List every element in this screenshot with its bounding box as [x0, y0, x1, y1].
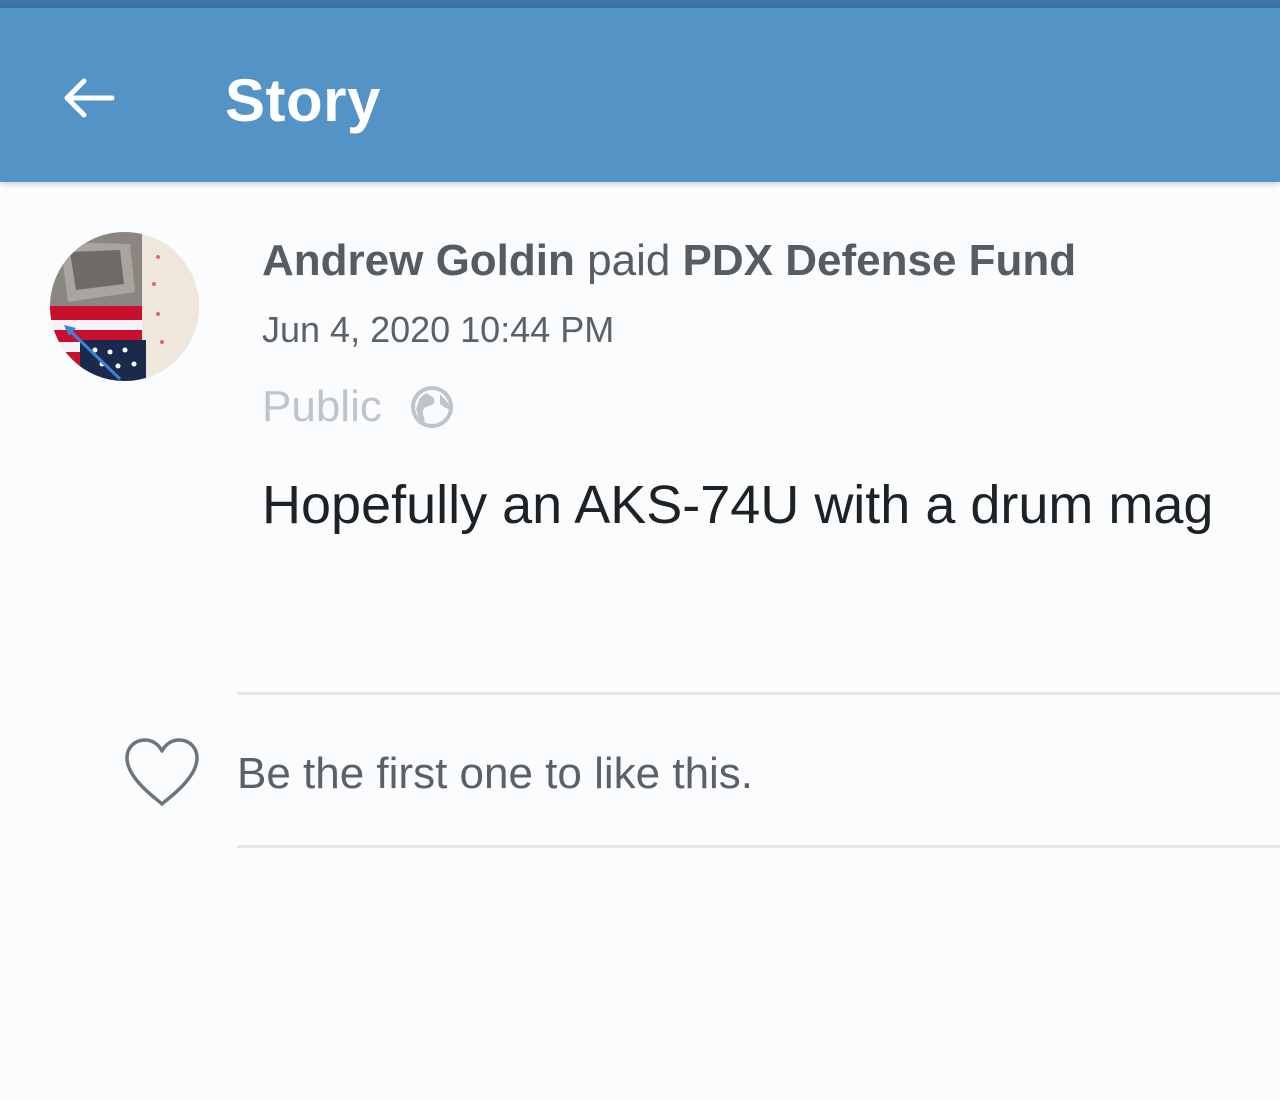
arrow-left-icon — [64, 78, 115, 118]
page-title: Story — [225, 67, 381, 134]
divider — [237, 845, 1280, 848]
globe-icon — [410, 386, 453, 428]
back-button[interactable] — [52, 68, 124, 128]
actor-name[interactable]: Andrew Goldin — [262, 236, 575, 285]
target-name[interactable]: PDX Defense Fund — [683, 236, 1077, 285]
story-message: Hopefully an AKS-74U with a drum mag — [262, 475, 1214, 535]
like-prompt: Be the first one to like this. — [237, 749, 754, 798]
story-verb: paid — [587, 236, 671, 285]
app-bar: Story — [0, 8, 1280, 182]
divider — [237, 692, 1280, 695]
story-timestamp: Jun 4, 2020 10:44 PM — [262, 309, 615, 350]
avatar[interactable] — [50, 232, 199, 381]
like-button[interactable] — [122, 736, 202, 810]
status-bar — [0, 0, 1280, 8]
privacy-label: Public — [262, 382, 382, 431]
heart-outline-icon — [125, 738, 199, 806]
story-header: Andrew Goldin paid PDX Defense Fund — [262, 234, 1076, 288]
privacy-indicator: Public — [262, 380, 454, 434]
